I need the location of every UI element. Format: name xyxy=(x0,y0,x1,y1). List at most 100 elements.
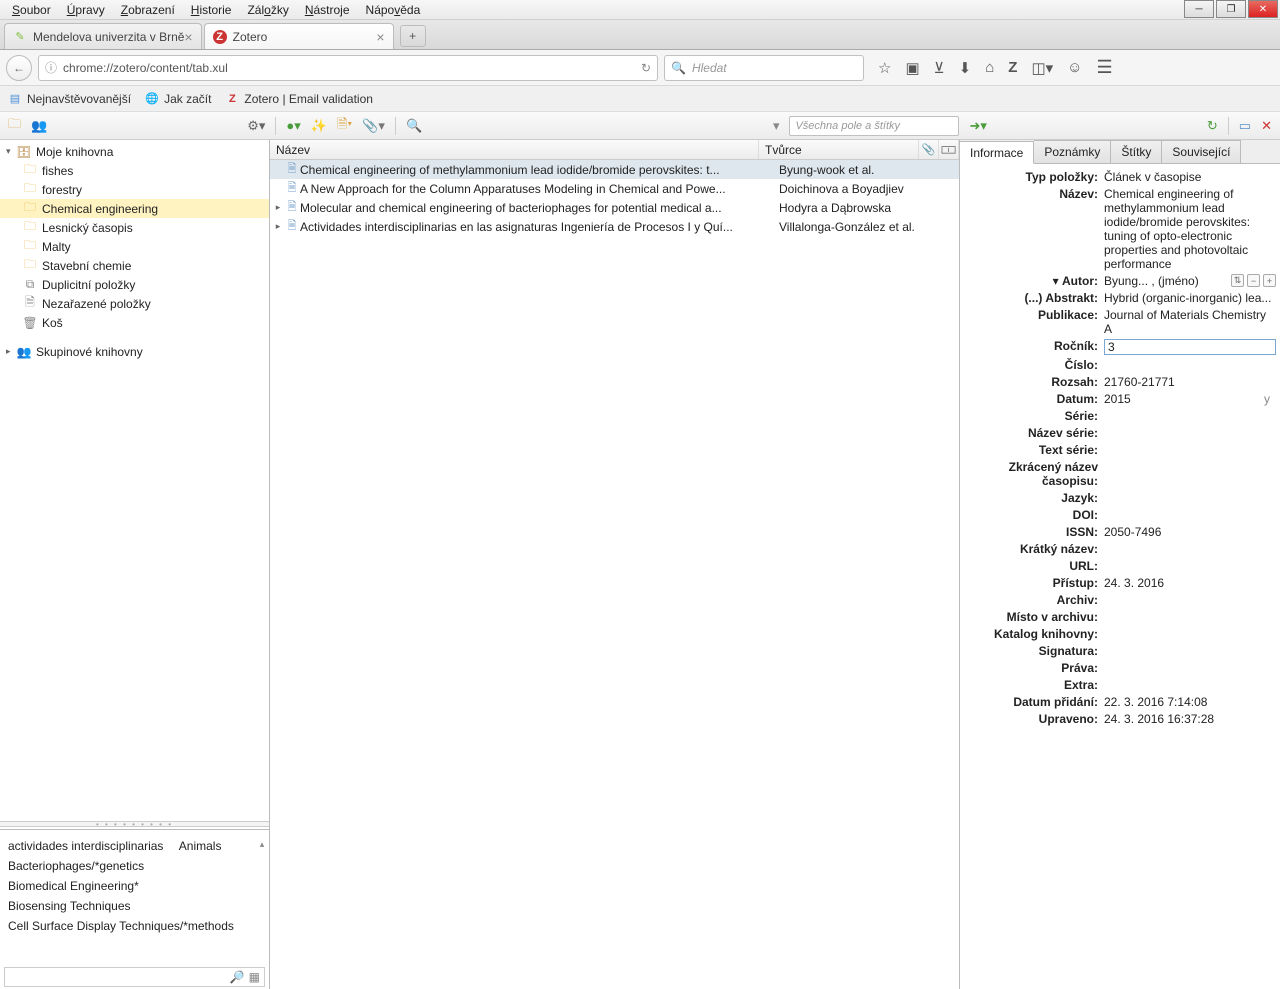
lookup-icon[interactable]: 🔍 xyxy=(406,118,422,134)
attach-icon[interactable]: 📎▾ xyxy=(362,118,385,134)
info-value[interactable]: Journal of Materials Chemistry A xyxy=(1104,308,1276,336)
url-bar[interactable]: ⓘ chrome://zotero/content/tab.xul ↻ xyxy=(38,55,658,81)
tab-close-icon[interactable]: × xyxy=(184,29,192,45)
menu-nastroje[interactable]: Nástroje xyxy=(297,1,358,19)
tab-close-icon[interactable]: × xyxy=(376,29,384,45)
item-creator: Doichinova a Boyadjiev xyxy=(779,182,959,196)
menu-napoveda[interactable]: Nápověda xyxy=(358,1,429,19)
item-row[interactable]: ▸ 🗎 Molecular and chemical engineering o… xyxy=(270,198,959,217)
minimize-button[interactable]: ─ xyxy=(1184,0,1214,18)
library-root[interactable]: ▾ 🗄 Moje knihovna xyxy=(0,142,269,161)
info-value[interactable]: Byung... , (jméno) xyxy=(1104,274,1231,288)
author-swap-icon[interactable]: ⇅ xyxy=(1231,274,1244,287)
info-value[interactable]: Článek v časopise xyxy=(1104,170,1276,184)
column-creator[interactable]: Tvůrce xyxy=(759,140,919,159)
info-value[interactable]: 21760-21771 xyxy=(1104,375,1276,389)
menu-upravy[interactable]: Úpravy xyxy=(59,1,113,19)
tab-mendelova[interactable]: ✎ Mendelova univerzita v Brně × xyxy=(4,23,202,49)
new-collection-icon[interactable]: 🗀 xyxy=(8,115,21,137)
info-value[interactable]: 2050-7496 xyxy=(1104,525,1276,539)
tag-filter-input[interactable]: 🔎 ▦ xyxy=(4,967,265,987)
reload-icon[interactable]: ↻ xyxy=(641,61,651,75)
gear-icon[interactable]: ⚙▾ xyxy=(247,118,265,134)
menu-zalozky[interactable]: Záložky xyxy=(239,1,296,19)
info-tab-informace[interactable]: Informace xyxy=(960,141,1034,164)
collection-chemical-engineering[interactable]: 🗀Chemical engineering xyxy=(0,199,269,218)
info-tab-stitky[interactable]: Štítky xyxy=(1111,140,1162,163)
unfiled-items[interactable]: 🗎Nezařazené položky xyxy=(0,294,269,313)
dropdown-icon[interactable]: ▾ xyxy=(773,118,780,134)
info-value[interactable]: Chemical engineering of methylammonium l… xyxy=(1104,187,1276,271)
wand-icon[interactable]: ✨ xyxy=(311,118,327,134)
bookmark-most-visited[interactable]: ▤Nejnavštěvovanější xyxy=(8,92,131,106)
new-item-icon[interactable]: ●▾ xyxy=(286,118,300,134)
menu-icon[interactable]: ▦ xyxy=(249,967,260,987)
new-tab-button[interactable]: + xyxy=(400,25,426,47)
tag-item[interactable]: Bacteriophages/*genetics xyxy=(8,856,144,876)
clipboard-icon[interactable]: ▣ xyxy=(905,59,919,77)
menu-historie[interactable]: Historie xyxy=(183,1,240,19)
zotero-search[interactable]: Všechna pole a štítky xyxy=(789,116,959,136)
author-remove-icon[interactable]: − xyxy=(1247,274,1260,287)
menu-zobrazeni[interactable]: Zobrazení xyxy=(113,1,183,19)
info-value[interactable]: 24. 3. 2016 16:37:28 xyxy=(1104,712,1276,726)
tab-zotero[interactable]: Z Zotero × xyxy=(204,23,394,49)
menu-icon[interactable]: ☰ xyxy=(1096,57,1112,78)
menu-soubor[interactable]: Soubor xyxy=(4,1,59,19)
close-button[interactable]: ✕ xyxy=(1248,0,1278,18)
column-picker[interactable]: 🀱 xyxy=(939,140,959,159)
tag-item[interactable]: Cell Surface Display Techniques/*methods xyxy=(8,916,234,936)
sync-arrow-icon[interactable]: ➜▾ xyxy=(969,118,986,134)
info-value[interactable]: 22. 3. 2016 7:14:08 xyxy=(1104,695,1276,709)
bookmark-zotero-email[interactable]: ZZotero | Email validation xyxy=(225,92,373,106)
download-icon[interactable]: ⬇ xyxy=(959,59,972,77)
info-value[interactable]: 3 xyxy=(1104,339,1276,355)
zotero-z-icon[interactable]: Z xyxy=(1008,59,1017,76)
sync-icon[interactable]: ↻ xyxy=(1207,118,1218,134)
group-libraries[interactable]: ▸ 👥 Skupinové knihovny xyxy=(0,342,269,361)
item-row[interactable]: ▸ 🗎 Actividades interdisciplinarias en l… xyxy=(270,217,959,236)
twisty-icon[interactable]: ▸ xyxy=(6,346,16,357)
info-value[interactable]: 24. 3. 2016 xyxy=(1104,576,1276,590)
new-group-icon[interactable]: 👥 xyxy=(31,118,47,134)
collection-stavebni-chemie[interactable]: 🗀Stavební chemie xyxy=(0,256,269,275)
twisty-icon[interactable]: ▾ xyxy=(1053,274,1062,288)
twisty-icon[interactable]: ▸ xyxy=(272,202,284,213)
back-button[interactable]: ← xyxy=(6,55,32,81)
collection-fishes[interactable]: 🗀fishes xyxy=(0,161,269,180)
pocket-icon[interactable]: ⊻ xyxy=(934,59,945,77)
close-pane-icon[interactable]: ✕ xyxy=(1261,118,1272,134)
tags-panel: ▴ actividades interdisciplinarias Animal… xyxy=(0,829,269,989)
sidebar-icon[interactable]: ◫▾ xyxy=(1031,59,1053,77)
search-bar[interactable]: 🔍 Hledat xyxy=(664,55,864,81)
collection-lesnicky-casopis[interactable]: 🗀Lesnický časopis xyxy=(0,218,269,237)
fullscreen-icon[interactable]: ▭ xyxy=(1239,118,1251,134)
duplicate-items[interactable]: ⧉Duplicitní položky xyxy=(0,275,269,294)
info-value[interactable]: Hybrid (organic-inorganic) lea... xyxy=(1104,291,1276,305)
item-row[interactable]: 🗎 Chemical engineering of methylammonium… xyxy=(270,160,959,179)
item-row[interactable]: 🗎 A New Approach for the Column Apparatu… xyxy=(270,179,959,198)
tag-item[interactable]: Biomedical Engineering* xyxy=(8,876,139,896)
note-icon[interactable]: 🗎▾ xyxy=(337,115,352,137)
scroll-up-icon[interactable]: ▴ xyxy=(257,834,267,854)
column-attachment[interactable]: 📎 xyxy=(919,140,939,159)
column-title[interactable]: Název xyxy=(270,140,759,159)
tag-item[interactable]: Animals xyxy=(179,836,222,856)
maximize-button[interactable]: ❐ xyxy=(1216,0,1246,18)
info-value[interactable]: 2015 xyxy=(1104,392,1264,406)
bookmark-jak-zacit[interactable]: 🌐Jak začít xyxy=(145,92,211,106)
bookmark-star-icon[interactable]: ☆ xyxy=(878,59,891,77)
chat-icon[interactable]: ☺ xyxy=(1067,59,1082,76)
splitter[interactable]: • • • • • • • • • xyxy=(0,821,269,827)
twisty-icon[interactable]: ▾ xyxy=(6,146,16,157)
info-tab-souvisejici[interactable]: Související xyxy=(1162,140,1241,163)
tag-item[interactable]: Biosensing Techniques xyxy=(8,896,131,916)
info-tab-poznamky[interactable]: Poznámky xyxy=(1034,140,1111,163)
author-add-icon[interactable]: + xyxy=(1263,274,1276,287)
home-icon[interactable]: ⌂ xyxy=(985,59,994,76)
twisty-icon[interactable]: ▸ xyxy=(272,221,284,232)
collection-malty[interactable]: 🗀Malty xyxy=(0,237,269,256)
trash[interactable]: 🗑Koš xyxy=(0,313,269,332)
collection-forestry[interactable]: 🗀forestry xyxy=(0,180,269,199)
tag-item[interactable]: actividades interdisciplinarias xyxy=(8,836,163,856)
